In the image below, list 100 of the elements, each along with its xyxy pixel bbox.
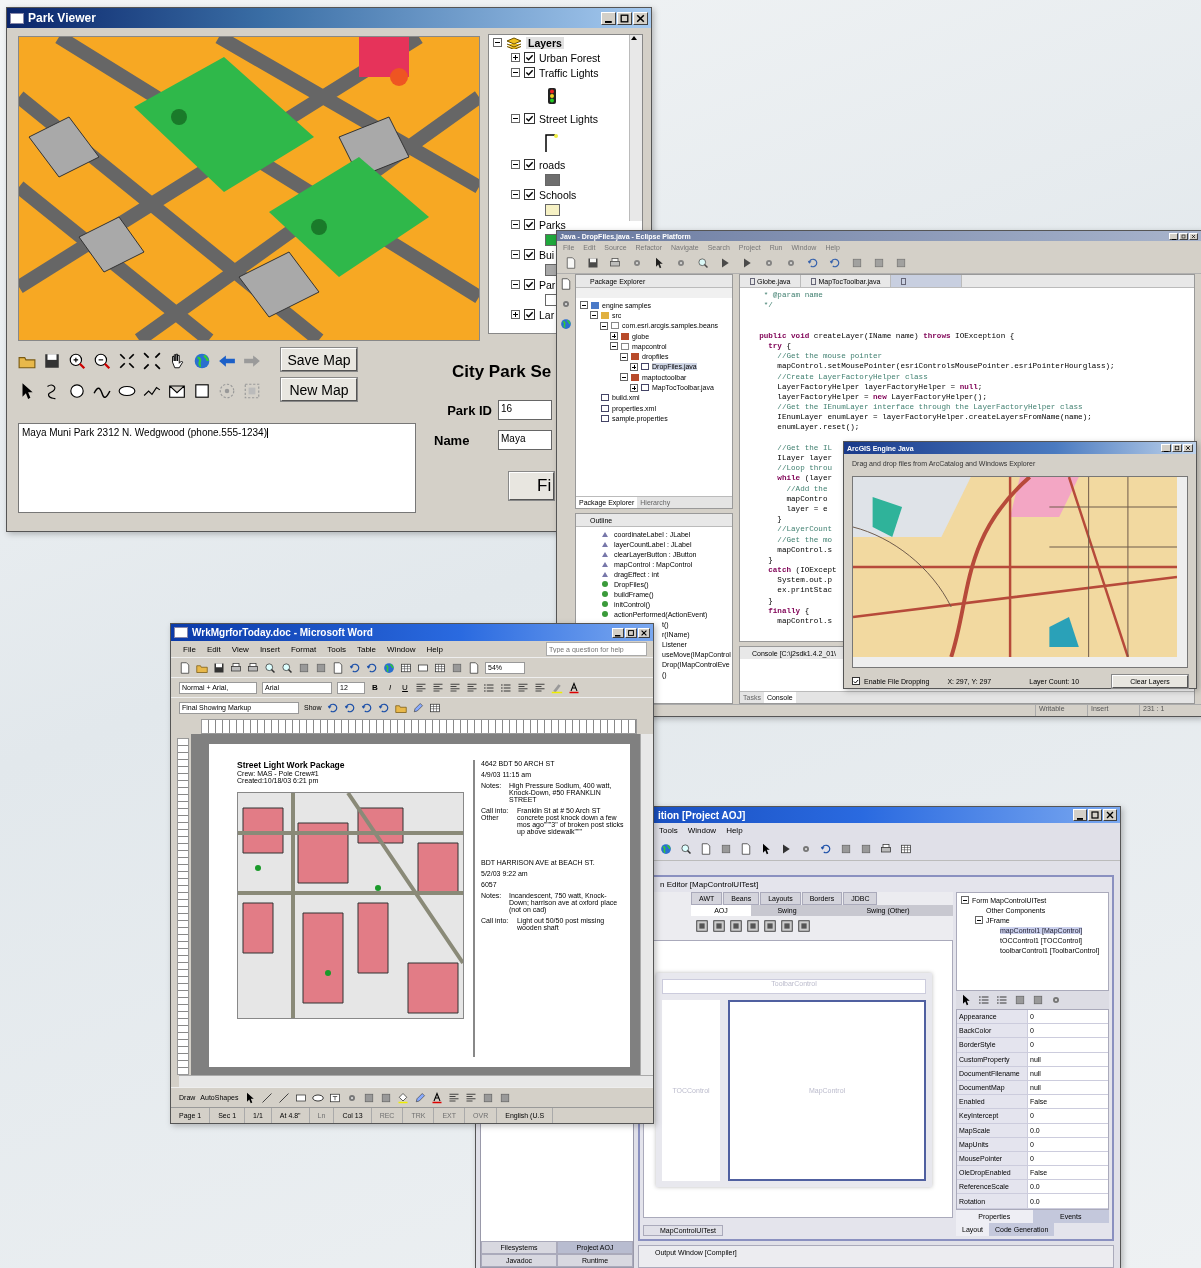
close-button[interactable]	[1183, 444, 1193, 452]
component-icon[interactable]	[780, 919, 794, 933]
format-button[interactable]: U	[400, 683, 410, 692]
undo-icon[interactable]	[366, 661, 378, 674]
align-icon[interactable]	[432, 681, 444, 694]
play-icon[interactable]	[719, 257, 731, 269]
undo-icon[interactable]	[807, 257, 819, 269]
layer-checkbox[interactable]	[524, 279, 535, 290]
expand-toggle[interactable]	[610, 332, 618, 341]
menu-item[interactable]: Table	[356, 644, 377, 654]
maximize-button[interactable]	[617, 11, 632, 25]
table-icon[interactable]	[428, 701, 441, 714]
expand-toggle[interactable]	[493, 38, 502, 47]
component-icon[interactable]	[695, 919, 709, 933]
align-icon[interactable]	[447, 1091, 460, 1104]
filled-square-icon[interactable]	[451, 661, 463, 674]
menu-item[interactable]: Window	[387, 644, 416, 654]
printer-icon[interactable]	[880, 843, 892, 855]
format-button[interactable]: B	[370, 683, 380, 692]
minimize-button[interactable]	[601, 11, 616, 25]
component-icon[interactable]	[729, 919, 743, 933]
table-icon[interactable]	[400, 661, 412, 674]
layer-checkbox[interactable]	[524, 52, 535, 63]
maximize-button[interactable]	[1179, 232, 1188, 240]
globe-icon[interactable]	[560, 318, 572, 330]
zoom-in-icon[interactable]	[68, 352, 86, 370]
layer-checkbox[interactable]	[524, 249, 535, 260]
undo-icon[interactable]	[360, 701, 373, 714]
scroll-up-icon[interactable]	[630, 35, 638, 41]
align-icon[interactable]	[517, 681, 529, 694]
expand-toggle[interactable]	[511, 190, 520, 199]
scrollbar[interactable]	[629, 35, 642, 221]
find-button[interactable]: Fi	[509, 472, 554, 500]
pencil-icon[interactable]	[413, 1091, 426, 1104]
map-button[interactable]: Save Map	[281, 348, 357, 371]
map-button[interactable]: New Map	[281, 378, 357, 401]
save-icon[interactable]	[587, 257, 599, 269]
menu-item[interactable]: Format	[290, 644, 317, 654]
undo-icon[interactable]	[343, 701, 356, 714]
menu-item[interactable]: Help	[726, 826, 743, 835]
align-icon[interactable]	[466, 681, 478, 694]
printer-icon[interactable]	[609, 257, 621, 269]
page-icon[interactable]	[740, 843, 752, 855]
layer-checkbox[interactable]	[524, 113, 535, 124]
expand-toggle[interactable]	[630, 362, 638, 371]
zoom-out-icon[interactable]	[93, 352, 111, 370]
input-field[interactable]: Maya	[498, 430, 552, 450]
expand-toggle[interactable]	[630, 383, 638, 392]
magnifier-icon[interactable]	[281, 661, 293, 674]
magnifier-icon[interactable]	[697, 257, 709, 269]
filled-square-icon[interactable]	[840, 843, 852, 855]
filled-square-icon[interactable]	[298, 661, 310, 674]
page-icon[interactable]	[468, 661, 480, 674]
font-color-icon[interactable]	[430, 1091, 443, 1104]
close-button[interactable]	[1189, 232, 1198, 240]
expand-toggle[interactable]	[511, 53, 520, 62]
input-field[interactable]: 16	[498, 400, 552, 420]
scrollbar[interactable]	[640, 734, 653, 1075]
filled-square-icon[interactable]	[720, 843, 732, 855]
expand-toggle[interactable]	[511, 220, 520, 229]
line-icon[interactable]	[277, 1091, 290, 1104]
filled-square-icon[interactable]	[315, 661, 327, 674]
filled-square-icon[interactable]	[498, 1091, 511, 1104]
expand-toggle[interactable]	[620, 373, 628, 382]
table-icon[interactable]	[900, 843, 912, 855]
filled-square-icon[interactable]	[860, 843, 872, 855]
rectangle-icon[interactable]	[417, 661, 429, 674]
minimize-button[interactable]	[1161, 444, 1171, 452]
save-icon[interactable]	[43, 352, 61, 370]
expand-toggle[interactable]	[511, 250, 520, 259]
align-icon[interactable]	[534, 681, 546, 694]
undo-icon[interactable]	[377, 701, 390, 714]
filled-square-icon[interactable]	[851, 257, 863, 269]
filled-square-icon[interactable]	[481, 1091, 494, 1104]
menu-item[interactable]: Insert	[259, 644, 280, 654]
component-icon[interactable]	[763, 919, 777, 933]
inward-arrows-icon[interactable]	[118, 352, 136, 370]
ellipse-icon[interactable]	[311, 1091, 324, 1104]
page-icon[interactable]	[332, 661, 344, 674]
globe-icon[interactable]	[193, 352, 211, 370]
play-icon[interactable]	[741, 257, 753, 269]
page-icon[interactable]	[700, 843, 712, 855]
align-icon[interactable]	[464, 1091, 477, 1104]
page-icon[interactable]	[560, 278, 572, 290]
pencil-icon[interactable]	[411, 701, 424, 714]
expand-toggle[interactable]	[975, 916, 983, 924]
expand-toggle[interactable]	[600, 321, 608, 330]
menu-item[interactable]: Help	[426, 644, 443, 654]
fill-bucket-icon[interactable]	[396, 1091, 409, 1104]
component-icon[interactable]	[797, 919, 811, 933]
table-icon[interactable]	[434, 661, 446, 674]
expand-toggle[interactable]	[610, 342, 618, 351]
filled-square-icon[interactable]	[1014, 994, 1026, 1006]
pointer-icon[interactable]	[760, 843, 772, 855]
layer-checkbox[interactable]	[524, 309, 535, 320]
expand-toggle[interactable]	[580, 301, 588, 310]
expand-toggle[interactable]	[511, 160, 520, 169]
list-icon[interactable]	[978, 994, 990, 1006]
layer-checkbox[interactable]	[524, 189, 535, 200]
undo-icon[interactable]	[820, 843, 832, 855]
